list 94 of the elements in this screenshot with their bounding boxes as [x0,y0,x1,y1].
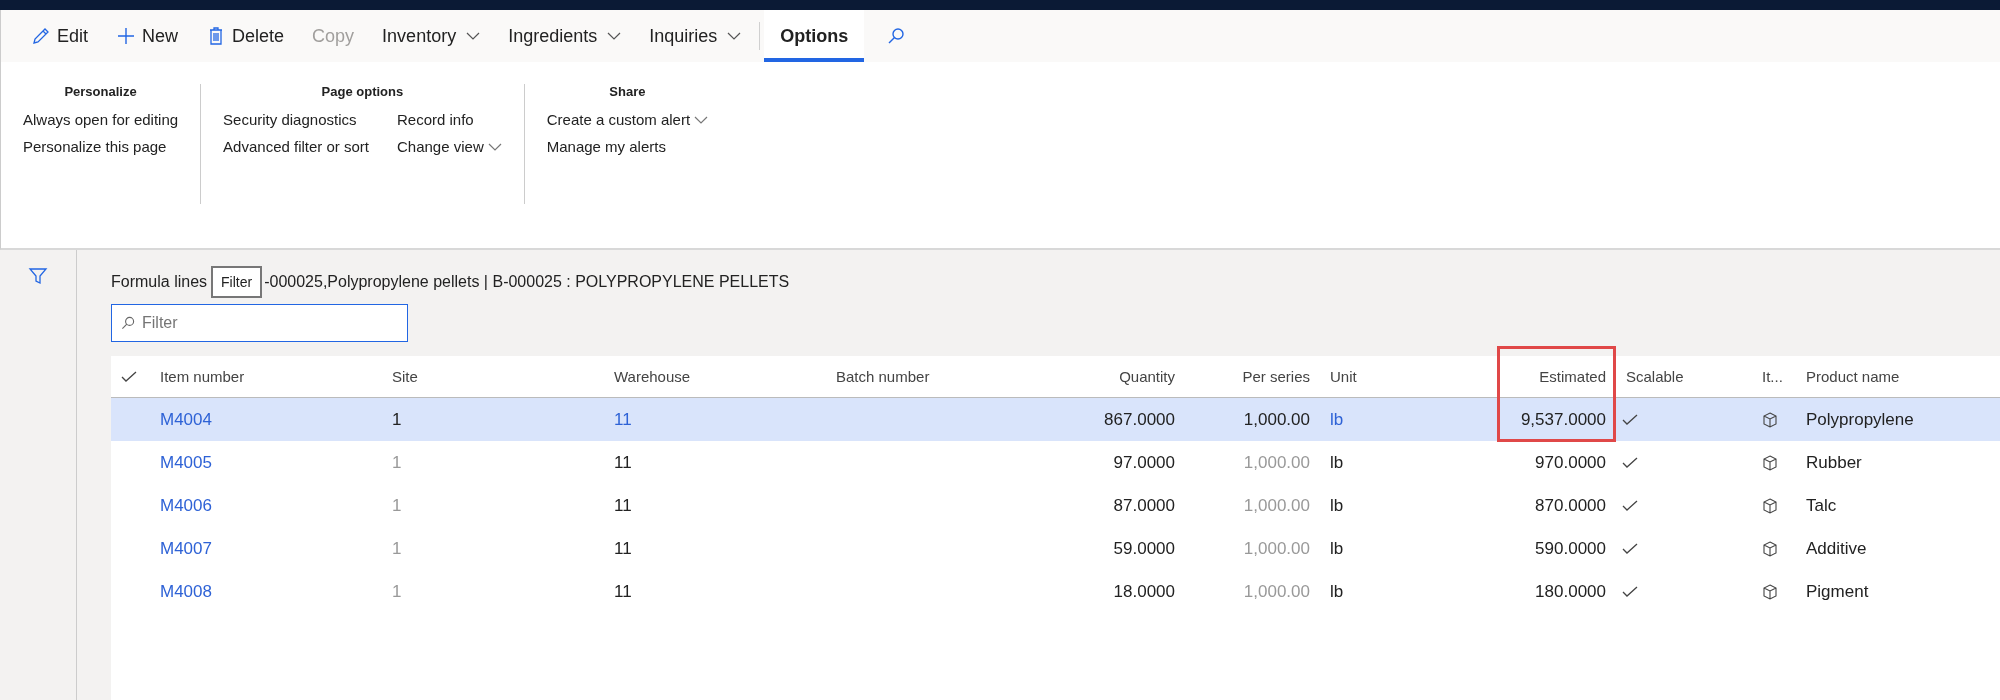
filter-icon[interactable] [28,266,48,286]
table-cell: 11 [614,409,632,430]
table-cell: 97.0000 [1113,452,1175,473]
select-all-check-icon[interactable] [121,370,137,383]
table-cell: Additive [1806,538,1867,559]
table-cell: 18.0000 [1113,581,1175,602]
cube-icon [1762,411,1778,428]
table-cell: Rubber [1806,452,1862,473]
ribbon-button[interactable]: Create a custom alert [546,109,709,130]
chevron-icon [466,32,481,40]
table-cell: 1 [392,538,402,559]
filter-field[interactable]: Filter [111,304,408,342]
toolbar-button[interactable]: Options [764,10,865,62]
table-cell: 11 [614,495,632,516]
column-header[interactable]: Batch number [836,368,930,385]
toolbar-button[interactable]: New [102,10,193,62]
column-header[interactable]: Site [392,368,418,385]
table-cell: 1 [392,495,402,516]
item-number-link[interactable]: M4007 [160,538,212,559]
table-row[interactable]: M4005 1 11 97.0000 1,000.00 lb 970.0000 Rubber [111,441,2000,484]
column-header[interactable]: Estimated [1539,368,1606,385]
group-title: Share [609,84,646,99]
toolbar-button[interactable]: Inquiries [635,10,756,62]
chevron-icon [607,32,622,40]
toolbar-button[interactable]: Ingredients [494,10,636,62]
cube-icon [1762,583,1778,600]
table-row[interactable]: M4007 1 11 59.0000 1,000.00 lb 590.0000 Additive [111,527,2000,570]
table-cell: 870.0000 [1535,495,1606,516]
table-cell: lb [1330,538,1344,559]
tooltip: Filter [211,266,263,298]
table-cell: 87.0000 [1113,495,1175,516]
table-cell: 1,000.00 [1243,409,1310,430]
search-icon [886,26,907,46]
toolbar-button[interactable]: Edit [17,10,103,62]
item-number-link[interactable]: M4005 [160,452,212,473]
ribbon-button[interactable]: Change view [397,136,502,157]
table-row[interactable]: M4008 1 11 18.0000 1,000.00 lb 180.0000 Pigment [111,570,2000,613]
table-row[interactable]: M4004 1 11 867.0000 1,000.00 lb 9,537.0000 Polypropylene [111,398,2000,441]
column-header[interactable]: Warehouse [614,368,691,385]
table-row[interactable]: M4006 1 11 87.0000 1,000.00 lb 870.0000 Talc [111,484,2000,527]
ribbon-button[interactable]: Personalize this page [23,136,179,157]
page-title: Formula lines [111,273,208,291]
table-cell: lb [1330,409,1344,430]
ribbon-button[interactable]: Security diagnostics [223,109,369,130]
page-subtitle: -000025,Polypropylene pellets | B-000025 : POLYPROPYLENE PELLETS [264,273,790,291]
toolbar-button[interactable]: Inventory [368,10,495,62]
column-header[interactable]: Item number [160,368,245,385]
table-cell: 9,537.0000 [1520,409,1606,430]
column-header[interactable]: It... [1762,368,1783,385]
table-cell: 1,000.00 [1243,452,1310,473]
table-cell: lb [1330,581,1344,602]
table-cell: 1 [392,409,402,430]
item-number-link[interactable]: M4004 [160,409,212,430]
table-cell: 59.0000 [1113,538,1175,559]
table-cell: lb [1330,495,1344,516]
table-cell: 11 [614,452,632,473]
cube-icon [1762,454,1778,471]
table-cell: 1 [392,581,402,602]
group-title: Personalize [64,84,137,99]
column-header[interactable]: Product name [1806,368,1900,385]
table-cell: 11 [614,538,632,559]
column-header[interactable]: Per series [1242,368,1310,385]
ribbon-button[interactable]: Always open for editing [23,109,179,130]
ribbon-button[interactable]: Record info [397,109,502,130]
table-cell: Polypropylene [1806,409,1914,430]
chevron-icon [694,115,709,124]
table-cell: 1,000.00 [1243,538,1310,559]
chevron-icon [727,32,742,40]
table-cell: 1,000.00 [1243,581,1310,602]
pencil-icon [31,26,51,46]
table-cell: 970.0000 [1535,452,1606,473]
table-cell: 867.0000 [1104,409,1175,430]
search-icon [120,315,136,331]
cube-icon [1762,497,1778,514]
table-cell: Pigment [1806,581,1869,602]
item-number-link[interactable]: M4008 [160,581,212,602]
table-cell: 11 [614,581,632,602]
table-cell: lb [1330,452,1344,473]
column-header[interactable]: Scalable [1626,368,1684,385]
table-cell: 1,000.00 [1243,495,1310,516]
toolbar-button[interactable]: Delete [192,10,299,62]
plus-icon [116,26,137,46]
ribbon-button[interactable]: Manage my alerts [546,136,709,157]
table-cell: 1 [392,452,402,473]
column-header[interactable]: Unit [1330,368,1357,385]
chevron-icon [487,142,502,151]
table-cell: 590.0000 [1535,538,1606,559]
column-header[interactable]: Quantity [1119,368,1175,385]
item-number-link[interactable]: M4006 [160,495,212,516]
table-cell: 180.0000 [1535,581,1606,602]
group-title: Page options [321,84,404,99]
table-cell: Talc [1806,495,1837,516]
cube-icon [1762,540,1778,557]
ribbon-button[interactable]: Advanced filter or sort [223,136,369,157]
